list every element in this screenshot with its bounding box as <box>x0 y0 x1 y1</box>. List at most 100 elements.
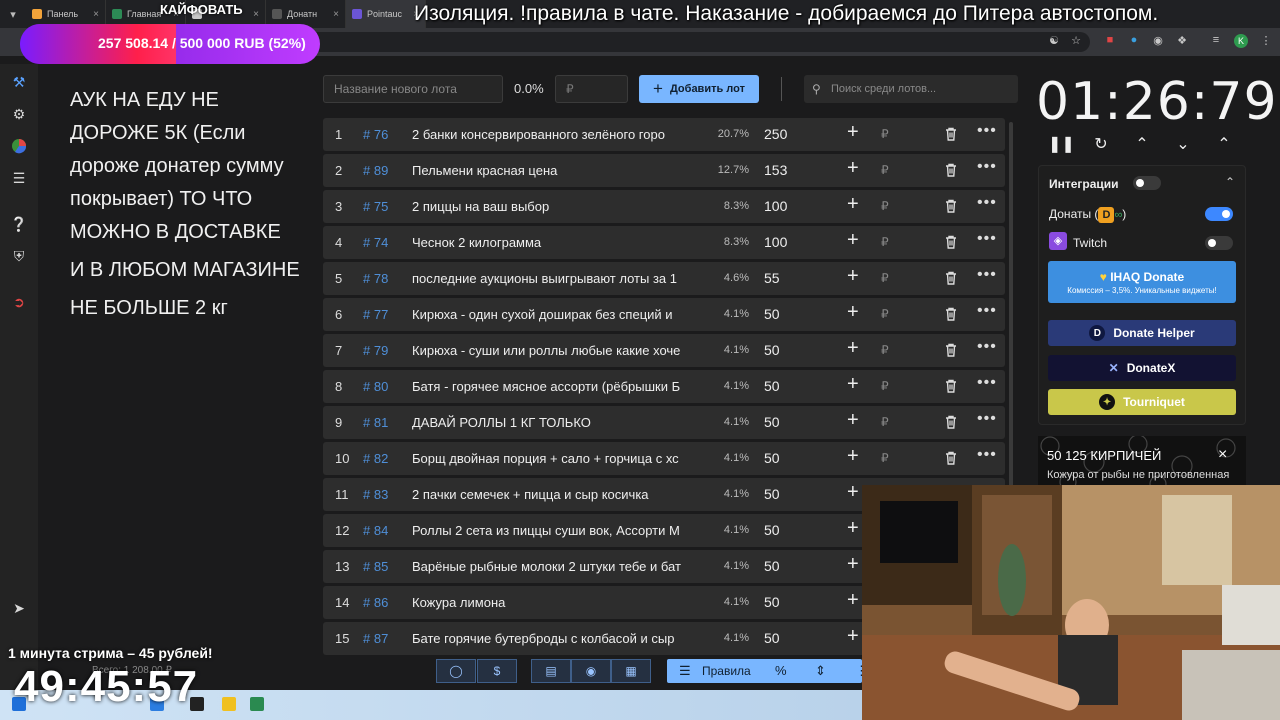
shield-icon[interactable]: ⛨ <box>9 246 29 266</box>
lot-name[interactable]: Борщ двойная порция + сало + горчица с х… <box>412 451 702 466</box>
lot-amount[interactable]: 50 <box>764 342 780 358</box>
bug-report-button[interactable]: ◉ <box>571 659 611 683</box>
lot-amount[interactable]: 50 <box>764 414 780 430</box>
tab-close-icon[interactable]: × <box>253 9 259 20</box>
trash-icon[interactable] <box>943 234 959 250</box>
github-button[interactable]: ◯ <box>436 659 476 683</box>
add-amount-icon[interactable]: + <box>847 337 859 360</box>
table-row[interactable]: 2 # 89 Пельмени красная цена 12.7% 153 + ₽ ••• <box>323 154 1005 187</box>
table-row[interactable]: 6 # 77 Кирюха - один сухой доширак без спе… <box>323 298 1005 331</box>
double-chevron-up-icon[interactable]: ⌃ <box>1213 134 1235 154</box>
add-amount-icon[interactable]: + <box>847 301 859 324</box>
chevron-up-icon[interactable]: ⌃ <box>1131 134 1153 154</box>
lot-name[interactable]: 2 пиццы на ваш выбор <box>412 199 702 214</box>
lot-amount-input[interactable]: ₽ <box>881 451 889 465</box>
more-options-icon[interactable]: ••• <box>977 122 997 140</box>
new-lot-name-input[interactable]: Название нового лота <box>323 75 503 103</box>
donate-dollar-button[interactable]: $ <box>477 659 517 683</box>
lot-amount[interactable]: 153 <box>764 162 787 178</box>
lot-amount[interactable]: 50 <box>764 522 780 538</box>
add-amount-icon[interactable]: + <box>847 409 859 432</box>
extensions-puzzle-icon[interactable]: ❖ <box>1174 34 1190 47</box>
lot-name[interactable]: последние аукционы выигрывают лоты за 1 <box>412 271 702 286</box>
add-amount-icon[interactable]: + <box>847 517 859 540</box>
add-lot-button[interactable]: + Добавить лот <box>639 75 759 103</box>
lot-amount-input[interactable]: ₽ <box>881 379 889 393</box>
donate-helper-button[interactable]: D Donate Helper <box>1048 320 1236 346</box>
lot-amount[interactable]: 100 <box>764 234 787 250</box>
extension-icon[interactable]: ● <box>1126 34 1142 46</box>
tab-close-icon[interactable]: × <box>93 9 99 20</box>
trash-icon[interactable] <box>943 450 959 466</box>
split-icon[interactable]: ⇕ <box>815 663 826 679</box>
lot-search-input[interactable]: ⚲ Поиск среди лотов... <box>804 75 1018 103</box>
trash-icon[interactable] <box>943 378 959 394</box>
more-options-icon[interactable]: ••• <box>977 410 997 428</box>
add-amount-icon[interactable]: + <box>847 553 859 576</box>
reset-icon[interactable]: ↻ <box>1090 134 1112 154</box>
extension-icon[interactable]: ◉ <box>1150 34 1166 47</box>
lot-name[interactable]: 2 банки консервированного зелёного горо <box>412 127 702 142</box>
lot-name[interactable]: ДАВАЙ РОЛЛЫ 1 КГ ТОЛЬКО <box>412 415 702 430</box>
table-row[interactable]: 10 # 82 Борщ двойная порция + сало + горчи… <box>323 442 1005 475</box>
taskbar-app-icon[interactable] <box>250 697 264 711</box>
add-amount-icon[interactable]: + <box>847 193 859 216</box>
trash-icon[interactable] <box>943 414 959 430</box>
twitch-toggle[interactable] <box>1205 236 1233 250</box>
lot-amount[interactable]: 250 <box>764 126 787 142</box>
lot-amount-input[interactable]: ₽ <box>881 271 889 285</box>
percent-icon[interactable]: % <box>775 663 787 678</box>
browser-menu-icon[interactable]: ⋮ <box>1258 34 1274 47</box>
add-amount-icon[interactable]: + <box>847 589 859 612</box>
lot-name[interactable]: Варёные рыбные молоки 2 штуки тебе и бат <box>412 559 702 574</box>
add-amount-icon[interactable]: + <box>847 121 859 144</box>
lot-amount-input[interactable]: ₽ <box>881 307 889 321</box>
pause-icon[interactable]: ❚❚ <box>1048 134 1075 154</box>
add-amount-icon[interactable]: + <box>847 265 859 288</box>
reading-list-icon[interactable]: ≡ <box>1208 34 1224 46</box>
more-options-icon[interactable]: ••• <box>977 230 997 248</box>
lot-amount-input[interactable]: ₽ <box>881 415 889 429</box>
lot-amount-input[interactable]: ₽ <box>881 235 889 249</box>
ihaq-donate-button[interactable]: ♥ IHAQ Donate Комиссия – 3,5%. Уникальны… <box>1048 261 1236 303</box>
table-row[interactable]: 7 # 79 Кирюха - суши или роллы любые какие… <box>323 334 1005 367</box>
donatex-button[interactable]: ✕ DonateX <box>1048 355 1236 381</box>
lot-name[interactable]: Роллы 2 сета из пиццы суши вок, Ассорти … <box>412 523 702 538</box>
trash-icon[interactable] <box>943 270 959 286</box>
collapse-chevron-icon[interactable]: ⌃ <box>1225 175 1235 189</box>
lot-amount-input[interactable]: ₽ <box>881 199 889 213</box>
table-row[interactable]: 9 # 81 ДАВАЙ РОЛЛЫ 1 КГ ТОЛЬКО 4.1% 50 + ₽ ••• <box>323 406 1005 439</box>
taskbar-app-icon[interactable] <box>222 697 236 711</box>
lot-name[interactable]: Чеснок 2 килограмма <box>412 235 702 250</box>
add-amount-icon[interactable]: + <box>847 373 859 396</box>
new-lot-amount-input[interactable]: ₽ <box>555 75 628 103</box>
chevron-down-icon[interactable]: ⌄ <box>1172 134 1194 154</box>
more-options-icon[interactable]: ••• <box>977 302 997 320</box>
more-options-icon[interactable]: ••• <box>977 338 997 356</box>
add-amount-icon[interactable]: + <box>847 157 859 180</box>
table-row[interactable]: 3 # 75 2 пиццы на ваш выбор 8.3% 100 + ₽ ••• <box>323 190 1005 223</box>
lot-name[interactable]: Бате горячие бутерброды с колбасой и сыр <box>412 631 702 646</box>
lot-amount-input[interactable]: ₽ <box>881 163 889 177</box>
lot-amount-input[interactable]: ₽ <box>881 343 889 357</box>
integrations-toggle[interactable] <box>1133 176 1161 190</box>
lot-amount[interactable]: 50 <box>764 450 780 466</box>
bookmark-star-icon[interactable]: ☆ <box>1068 34 1084 47</box>
close-icon[interactable]: × <box>1218 446 1227 464</box>
lot-amount[interactable]: 100 <box>764 198 787 214</box>
lot-name[interactable]: 2 пачки семечек + пицца и сыр косичка <box>412 487 702 502</box>
telegram-icon[interactable]: ➤ <box>9 598 29 618</box>
more-options-icon[interactable]: ••• <box>977 158 997 176</box>
logout-icon[interactable]: ➲ <box>9 292 29 312</box>
lot-name[interactable]: Батя - горячее мясное ассорти (рёбрышки … <box>412 379 702 394</box>
add-amount-icon[interactable]: + <box>847 481 859 504</box>
donations-toggle[interactable] <box>1205 207 1233 221</box>
wheel-chart-icon[interactable] <box>9 136 29 156</box>
more-options-icon[interactable]: ••• <box>977 446 997 464</box>
more-options-icon[interactable]: ••• <box>977 266 997 284</box>
clear-trash-button[interactable]: ▦ <box>611 659 651 683</box>
add-amount-icon[interactable]: + <box>847 445 859 468</box>
rules-button[interactable]: ☰ Правила % ⇕ ⋮ <box>667 659 868 683</box>
save-button[interactable]: ▤ <box>531 659 571 683</box>
lot-amount[interactable]: 50 <box>764 630 780 646</box>
